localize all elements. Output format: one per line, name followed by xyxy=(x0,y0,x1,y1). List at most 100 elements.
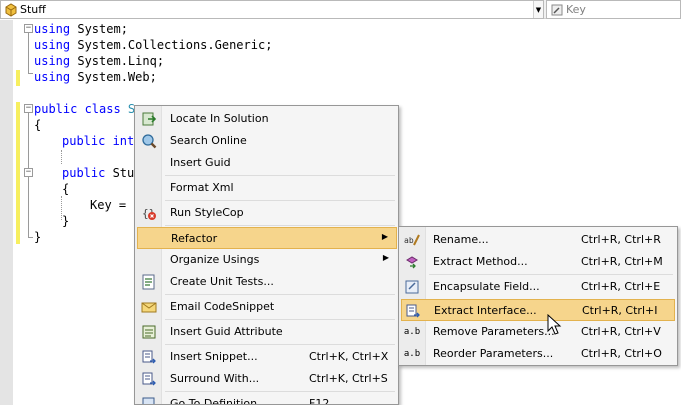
submenu-item-encapsulate-field[interactable]: Encapsulate Field... Ctrl+R, Ctrl+E xyxy=(401,276,675,298)
code-text: System.Web; xyxy=(70,70,157,84)
code-text: } xyxy=(34,230,42,244)
menu-item-label: Insert Snippet... xyxy=(170,350,258,363)
menu-item-surround-with[interactable]: Surround With... Ctrl+K, Ctrl+S xyxy=(137,368,397,390)
menu-separator xyxy=(165,200,395,201)
menu-item-go-to-definition[interactable]: Go To Definition F12 xyxy=(137,393,397,405)
svg-text:ab: ab xyxy=(404,236,414,245)
member-dropdown-label: Key xyxy=(566,3,586,16)
menu-item-shortcut: Ctrl+R, Ctrl+I xyxy=(582,304,658,317)
menu-item-create-unit-tests[interactable]: Create Unit Tests... xyxy=(137,271,397,293)
menu-item-label: Locate In Solution xyxy=(170,112,269,125)
change-marker xyxy=(16,102,20,244)
collapse-icon[interactable]: − xyxy=(24,168,33,177)
menu-item-label: Organize Usings xyxy=(170,253,260,266)
menu-item-label: Rename... xyxy=(433,233,489,246)
menu-item-search-online[interactable]: Search Online xyxy=(137,130,397,152)
submenu-item-rename[interactable]: ab Rename... Ctrl+R, Ctrl+R xyxy=(401,229,675,251)
menu-item-shortcut: Ctrl+K, Ctrl+S xyxy=(309,372,388,385)
member-dropdown[interactable]: Key xyxy=(546,0,681,19)
menu-item-insert-snippet[interactable]: Insert Snippet... Ctrl+K, Ctrl+X xyxy=(137,346,397,368)
code-text: Stu xyxy=(105,166,135,180)
menu-item-format-xml[interactable]: Format Xml xyxy=(137,177,397,199)
code-text: Key = xyxy=(90,198,134,212)
menu-item-label: Surround With... xyxy=(170,372,260,385)
menu-item-insert-guid[interactable]: Insert Guid xyxy=(137,152,397,174)
code-line[interactable]: Key = xyxy=(90,197,133,213)
code-text: System; xyxy=(70,22,128,36)
keyword: public xyxy=(62,166,106,180)
menu-item-shortcut: Ctrl+R, Ctrl+V xyxy=(581,325,661,338)
code-line[interactable]: using System.Web; xyxy=(34,69,157,85)
editor-gutter xyxy=(0,20,13,405)
menu-item-organize-usings[interactable]: Organize Usings ▶ xyxy=(137,249,397,271)
menu-item-refactor[interactable]: Refactor ▶ xyxy=(137,227,397,249)
submenu-item-extract-interface[interactable]: Extract Interface... Ctrl+R, Ctrl+I xyxy=(401,299,675,321)
submenu-item-remove-parameters[interactable]: a.b Remove Parameters... Ctrl+R, Ctrl+V xyxy=(401,321,675,343)
menu-item-label: Extract Interface... xyxy=(434,304,537,317)
outline-end xyxy=(28,237,33,238)
keyword: public int xyxy=(62,134,135,148)
menu-separator xyxy=(165,391,395,392)
menu-item-insert-guid-attribute[interactable]: Insert Guid Attribute xyxy=(137,321,397,343)
menu-item-shortcut: Ctrl+R, Ctrl+M xyxy=(581,255,663,268)
chevron-down-icon[interactable]: ▼ xyxy=(533,1,543,18)
code-line[interactable]: } xyxy=(62,213,69,229)
menu-item-label: Insert Guid Attribute xyxy=(170,325,283,338)
submenu-arrow-icon: ▶ xyxy=(381,232,388,241)
type-dropdown[interactable]: Stuff ▼ xyxy=(0,0,544,19)
locate-solution-icon xyxy=(141,111,157,127)
menu-item-email-codesnippet[interactable]: Email CodeSnippet xyxy=(137,296,397,318)
code-line[interactable]: public class S xyxy=(34,101,135,117)
submenu-item-reorder-parameters[interactable]: a.b Reorder Parameters... Ctrl+R, Ctrl+O xyxy=(401,343,675,365)
code-line[interactable]: } xyxy=(34,229,41,245)
unit-test-icon xyxy=(141,274,157,290)
menu-item-label: Run StyleCop xyxy=(170,206,244,219)
menu-item-label: Reorder Parameters... xyxy=(433,347,554,360)
insert-snippet-icon xyxy=(141,349,157,365)
submenu-item-extract-method[interactable]: Extract Method... Ctrl+R, Ctrl+M xyxy=(401,251,675,273)
keyword: using xyxy=(34,22,71,36)
menu-item-run-stylecop[interactable]: {} Run StyleCop xyxy=(137,202,397,224)
menu-separator xyxy=(165,344,395,345)
menu-item-label: Refactor xyxy=(171,232,218,245)
encapsulate-field-icon xyxy=(404,279,420,295)
rename-icon: ab xyxy=(404,232,420,248)
code-line[interactable]: using System.Linq; xyxy=(34,53,164,69)
indent-guide xyxy=(61,150,62,164)
class-icon xyxy=(3,2,19,18)
menu-separator xyxy=(165,294,395,295)
stylecop-icon: {} xyxy=(141,205,157,221)
mouse-cursor-icon xyxy=(547,314,562,335)
outline-end xyxy=(28,73,33,74)
code-line[interactable]: { xyxy=(62,181,69,197)
collapse-icon[interactable]: − xyxy=(24,24,33,33)
menu-separator xyxy=(165,225,395,226)
menu-item-label: Search Online xyxy=(170,134,247,147)
refactor-submenu: ab Rename... Ctrl+R, Ctrl+R Extract Meth… xyxy=(398,226,678,366)
menu-separator xyxy=(429,274,673,275)
menu-item-label: Insert Guid xyxy=(170,156,231,169)
code-line[interactable]: using System.Collections.Generic; xyxy=(34,37,272,53)
menu-separator xyxy=(165,175,395,176)
type-dropdown-label: Stuff xyxy=(20,3,46,16)
menu-item-locate-in-solution[interactable]: Locate In Solution xyxy=(137,108,397,130)
collapse-icon[interactable]: − xyxy=(24,104,33,113)
outline-line xyxy=(28,113,29,169)
menu-item-shortcut: Ctrl+R, Ctrl+R xyxy=(581,233,661,246)
code-line[interactable]: public Stu xyxy=(62,165,134,181)
menu-item-label: Remove Parameters... xyxy=(433,325,555,338)
menu-item-label: Format Xml xyxy=(170,181,234,194)
menu-item-shortcut: Ctrl+R, Ctrl+O xyxy=(581,347,662,360)
code-line[interactable]: public int xyxy=(62,133,134,149)
property-icon xyxy=(549,2,565,18)
outline-line xyxy=(28,177,29,237)
code-line[interactable]: { xyxy=(34,117,41,133)
menu-item-label: Go To Definition xyxy=(170,397,258,405)
menu-item-shortcut: Ctrl+R, Ctrl+E xyxy=(581,280,661,293)
extract-method-icon xyxy=(404,254,420,270)
surround-with-icon xyxy=(141,371,157,387)
code-line[interactable]: using System; xyxy=(34,21,128,37)
email-icon xyxy=(141,299,157,315)
code-text: { xyxy=(34,118,42,132)
keyword: using xyxy=(34,38,71,52)
